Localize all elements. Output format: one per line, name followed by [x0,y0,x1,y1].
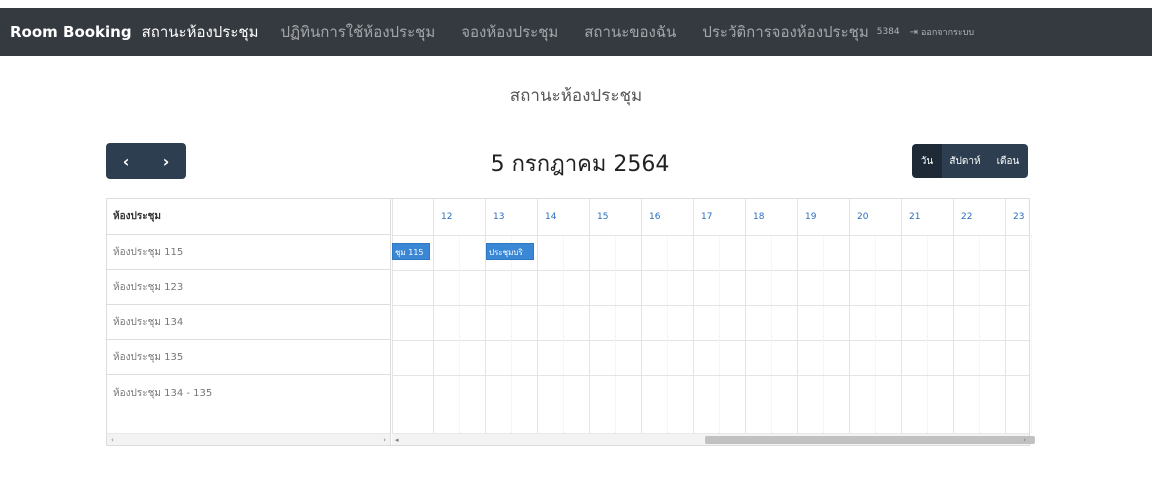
half-slot-line [875,235,876,433]
half-slot-line [719,235,720,433]
time-slot-column[interactable] [392,199,433,433]
slot-label: 22 [961,212,973,222]
slot-label: 18 [753,212,765,222]
resource-row: ห้องประชุม 135 [107,340,390,375]
nav-link-my-status[interactable]: สถานะของฉัน [584,20,676,44]
slot-label: 17 [701,212,713,222]
half-slot-line [459,235,460,433]
logout-label: ออกจากระบบ [921,28,975,38]
half-slot-line [771,235,772,433]
logout-icon: ⇥ [909,26,919,38]
nav-link-room-status[interactable]: สถานะห้องประชุม [142,20,259,44]
nav-link-room-calendar[interactable]: ปฏิทินการใช้ห้องประชุม [281,20,436,44]
user-id: 5384 [876,27,900,37]
row-line [392,235,1029,236]
half-slot-line [667,235,668,433]
scroll-left-icon[interactable]: ◂ [395,434,399,446]
slot-label: 21 [909,212,921,222]
prev-button[interactable]: ‹ [106,143,146,179]
booking-event[interactable]: ประชุมบริ [486,243,534,260]
resource-timeline: ห้องประชุม ห้องประชุม 115 ห้องประชุม 123… [106,198,1035,446]
time-grid: 12 13 14 15 16 17 18 19 20 21 22 23 ชุม … [392,199,1032,433]
brand-logo[interactable]: Room Booking [10,23,132,41]
resource-column: ห้องประชุม ห้องประชุม 115 ห้องประชุม 123… [107,199,391,433]
half-slot-line [823,235,824,433]
prev-next-group: ‹ › [106,143,186,179]
top-navbar: Room Booking สถานะห้องประชุม ปฏิทินการใช… [0,8,1152,56]
row-line [392,340,1029,341]
page-title: สถานะห้องประชุม [509,86,643,106]
slot-label: 16 [649,212,661,222]
slot-label: 12 [441,212,453,222]
calendar-title: 5 กรกฎาคม 2564 [490,152,670,177]
scroll-right-icon[interactable]: › [1023,434,1026,446]
scrollbar-thumb[interactable] [705,436,1035,444]
row-line [392,375,1029,376]
slot-label: 14 [545,212,557,222]
view-month-button[interactable]: เดือน [988,144,1028,178]
nav-link-booking-history[interactable]: ประวัติการจองห้องประชุม [702,20,868,44]
view-week-button[interactable]: สัปดาห์ [942,144,988,178]
resource-header: ห้องประชุม [107,199,390,235]
resource-row: ห้องประชุม 115 [107,235,390,270]
slot-label: 15 [597,212,609,222]
slot-label: 20 [857,212,869,222]
scroll-right-icon[interactable]: › [383,434,386,446]
next-button[interactable]: › [146,143,186,179]
row-line [392,305,1029,306]
resource-row: ห้องประชุม 123 [107,270,390,305]
half-slot-line [615,235,616,433]
slot-label: 23 [1013,212,1025,222]
slot-label: 19 [805,212,817,222]
nav-link-book-room[interactable]: จองห้องประชุม [461,20,558,44]
half-slot-line [927,235,928,433]
resource-row: ห้องประชุม 134 - 135 [113,388,213,399]
half-slot-line [1031,235,1032,433]
slot-label: 13 [493,212,505,222]
resource-row: ห้องประชุม 134 [107,305,390,340]
half-slot-line [511,235,512,433]
resource-scrollbar[interactable]: ‹ › [107,433,391,445]
row-line [392,270,1029,271]
view-switcher: วัน สัปดาห์ เดือน [912,144,1028,178]
logout-link[interactable]: ⇥ ออกจากระบบ [910,25,975,39]
scroll-left-icon[interactable]: ‹ [111,434,114,446]
view-day-button[interactable]: วัน [912,144,942,178]
half-slot-line [979,235,980,433]
half-slot-line [563,235,564,433]
timeline-scrollbar[interactable]: ◂ › [392,433,1035,446]
booking-event[interactable]: ชุม 115 [392,243,430,260]
